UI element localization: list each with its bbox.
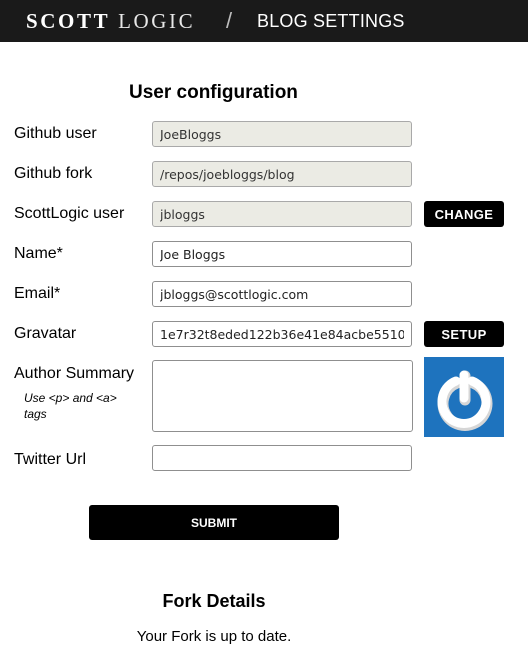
name-label: Name* bbox=[14, 245, 63, 262]
scottlogic-user-label: ScottLogic user bbox=[14, 205, 125, 222]
gravatar-label: Gravatar bbox=[14, 325, 77, 342]
logo-word-logic: LOGIC bbox=[118, 9, 196, 33]
author-summary-label: Author Summary bbox=[14, 365, 135, 382]
fork-status-text: Your Fork is up to date. bbox=[136, 628, 292, 645]
scott-logic-logo[interactable]: SCOTT LOGIC bbox=[26, 9, 195, 34]
author-summary-hint: Use <p> and <a> tags bbox=[24, 391, 117, 421]
name-field[interactable] bbox=[152, 241, 412, 267]
twitter-url-label: Twitter Url bbox=[14, 451, 86, 468]
user-configuration-heading: User configuration bbox=[129, 82, 298, 103]
gravatar-field[interactable] bbox=[152, 321, 412, 347]
title-separator: / bbox=[226, 8, 233, 33]
page-title: BLOG SETTINGS bbox=[257, 11, 405, 31]
github-fork-label: Github fork bbox=[14, 165, 93, 182]
submit-button[interactable]: SUBMIT bbox=[89, 505, 339, 540]
github-user-field[interactable] bbox=[152, 121, 412, 147]
change-button[interactable]: CHANGE bbox=[424, 201, 504, 227]
top-bar: SCOTT LOGIC / BLOG SETTINGS bbox=[0, 0, 528, 42]
gravatar-logo-icon bbox=[424, 357, 504, 437]
email-label: Email* bbox=[14, 285, 61, 302]
scottlogic-user-field[interactable] bbox=[152, 201, 412, 227]
fork-details-heading: Fork Details bbox=[162, 591, 266, 611]
twitter-url-field[interactable] bbox=[152, 445, 412, 471]
email-field[interactable] bbox=[152, 281, 412, 307]
setup-button[interactable]: SETUP bbox=[424, 321, 504, 347]
github-user-label: Github user bbox=[14, 125, 97, 142]
logo-word-scott: SCOTT bbox=[26, 9, 111, 33]
author-summary-textarea[interactable] bbox=[152, 360, 413, 432]
github-fork-field[interactable] bbox=[152, 161, 412, 187]
